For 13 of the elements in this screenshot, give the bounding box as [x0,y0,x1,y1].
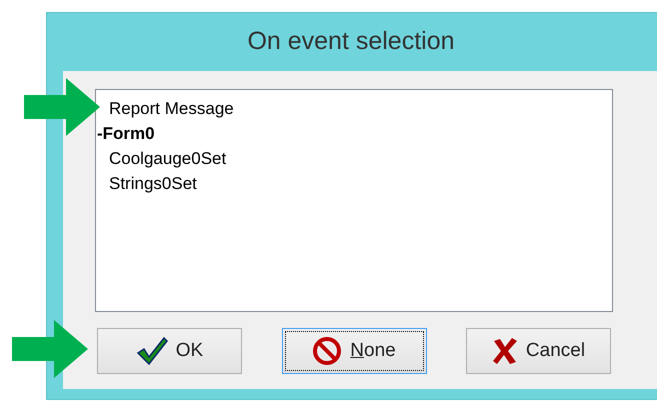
event-list[interactable]: Report Message -Form0 Coolgauge0Set Strings0Set [95,89,613,312]
prohibited-icon [312,336,342,366]
list-item[interactable]: Report Message [96,96,234,121]
arrow-icon [12,320,88,378]
dialog-button[interactable]: Cancel [466,328,611,374]
dialog-button[interactable]: None [282,328,426,374]
dialog-button[interactable]: OK [97,328,242,374]
list-item[interactable]: Coolgauge0Set [96,146,226,171]
list-item[interactable]: Strings0Set [96,171,197,196]
check-icon [136,336,168,366]
window-title: On event selection [246,26,456,58]
list-group[interactable]: -Form0 [96,121,155,146]
cross-icon [492,337,518,365]
